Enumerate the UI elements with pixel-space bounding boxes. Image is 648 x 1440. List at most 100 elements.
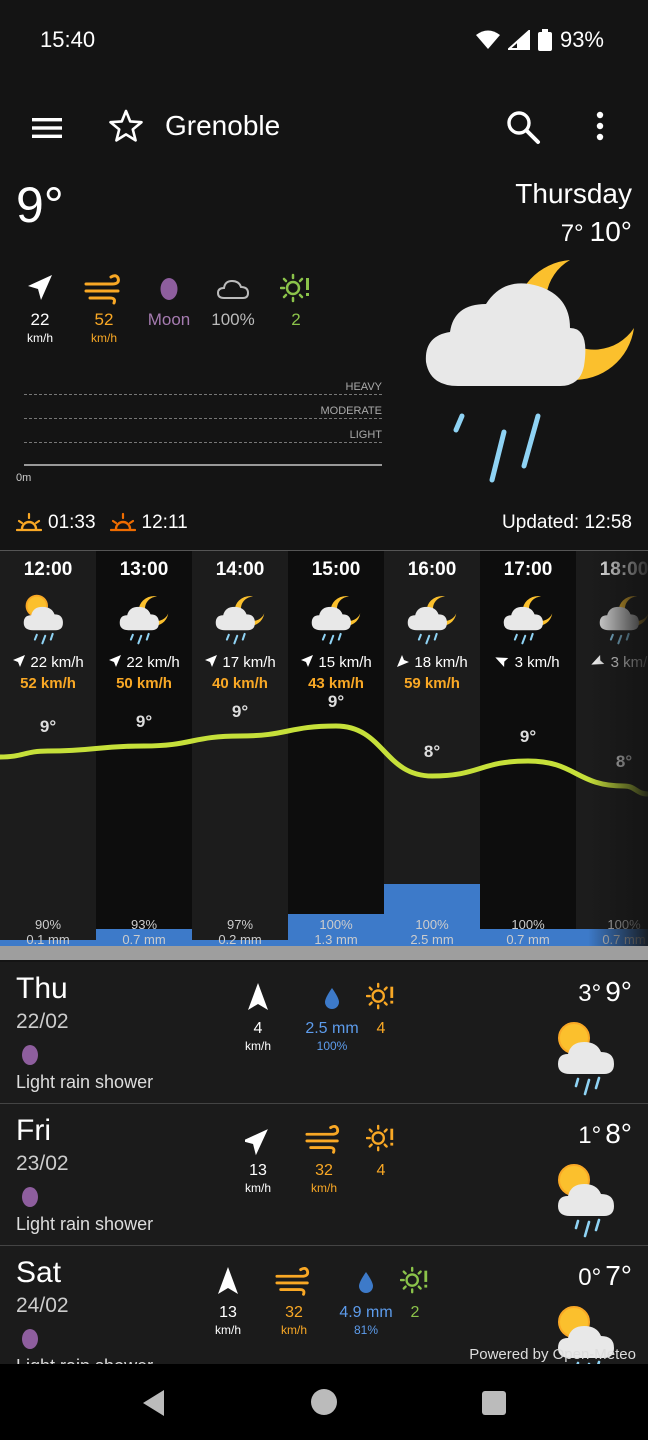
hour-precip-amount: 0.2 mm bbox=[218, 932, 262, 947]
navigation-bar bbox=[0, 1364, 648, 1440]
day-wind: 4 km/h bbox=[236, 980, 280, 1053]
uv-index-icon bbox=[366, 1124, 394, 1152]
daily-item[interactable]: Fri 23/02 Light rain shower 13 km/h 32 km/h 4 1°… bbox=[0, 1104, 648, 1246]
battery-icon bbox=[537, 29, 552, 51]
day-uv-value: 4 bbox=[376, 1020, 386, 1037]
rain-moon-icon bbox=[500, 591, 556, 647]
gust-unit: km/h bbox=[90, 331, 117, 345]
wind-direction-icon bbox=[109, 655, 122, 667]
uv-index-icon bbox=[366, 982, 394, 1010]
hour-gust: 43 km/h bbox=[308, 675, 364, 692]
hour-wind-unit: km/h bbox=[147, 654, 180, 671]
sunrise-icon bbox=[16, 512, 42, 532]
current-temperature: 9° bbox=[16, 177, 64, 233]
hour-wind: 22 km/h bbox=[96, 654, 192, 671]
updated-time: Updated: 12:58 bbox=[502, 512, 632, 533]
day-date: 22/02 bbox=[16, 1010, 69, 1033]
day-gust-unit: km/h bbox=[280, 1323, 307, 1337]
hour-wind-speed: 22 bbox=[126, 654, 144, 671]
hour-time: 12:00 bbox=[23, 559, 73, 580]
hour-precip-amount: 1.3 mm bbox=[314, 932, 358, 947]
hourly-forecast[interactable]: 18:00 3 km/h8°100%0.7 mm17:00 3 km/h9°10… bbox=[0, 551, 648, 961]
hour-temperature: 8° bbox=[423, 742, 441, 761]
hour-wind-unit: km/h bbox=[435, 654, 468, 671]
day-name: Fri bbox=[16, 1114, 51, 1147]
daily-item[interactable]: Thu 22/02 Light rain shower 4 km/h 2.5 mm 100%… bbox=[0, 962, 648, 1104]
search-icon[interactable] bbox=[504, 108, 542, 146]
day-range: 0° 7° bbox=[578, 1260, 632, 1292]
wind-direction-icon bbox=[248, 983, 268, 1010]
hourly-column[interactable]: 15:00 15 km/h 43 km/h 9° 100% 1.3 mm bbox=[288, 551, 384, 947]
day-date: 24/02 bbox=[16, 1294, 69, 1317]
back-icon[interactable] bbox=[140, 1388, 168, 1418]
day-uv-value: 2 bbox=[410, 1304, 420, 1321]
hour-time: 16:00 bbox=[407, 559, 457, 580]
wind-direction-icon bbox=[28, 275, 52, 300]
rain-moon-icon bbox=[116, 591, 172, 647]
home-icon[interactable] bbox=[310, 1388, 338, 1416]
hour-precip-probability: 97% bbox=[226, 917, 254, 932]
day-uv: 2 bbox=[398, 1264, 432, 1322]
hourly-column[interactable]: 16:00 18 km/h 59 km/h 8° 100% 2.5 mm bbox=[384, 551, 480, 947]
hour-precip-probability: 90% bbox=[34, 917, 62, 932]
hour-temperature: 9° bbox=[135, 712, 153, 731]
hour-precip-amount: 0.1 mm bbox=[26, 932, 70, 947]
hour-wind-unit: km/h bbox=[51, 654, 84, 671]
hour-wind-unit: km/h bbox=[339, 654, 372, 671]
hour-time: 17:00 bbox=[503, 559, 553, 580]
day-wind-unit: km/h bbox=[244, 1039, 271, 1053]
hourly-column[interactable]: 12:00 22 km/h 52 km/h 9° 90% 0.1 mm bbox=[0, 551, 96, 947]
precipitation-graph: HEAVY MODERATE LIGHT 0m bbox=[16, 376, 388, 488]
hour-precip-probability: 93% bbox=[130, 917, 158, 932]
cloud-metric: 100% bbox=[208, 272, 258, 330]
day-name: Thu bbox=[16, 972, 68, 1005]
favorite-star-icon[interactable] bbox=[108, 108, 144, 144]
battery-level: 93% bbox=[559, 27, 604, 52]
day-name: Sat bbox=[16, 1256, 62, 1289]
rain-moon-large-icon bbox=[425, 260, 634, 483]
moon-phase-icon bbox=[22, 1045, 38, 1065]
hour-temperature: 9° bbox=[327, 692, 345, 711]
wind-direction-icon bbox=[218, 1267, 238, 1294]
recents-icon[interactable] bbox=[481, 1390, 507, 1416]
day-uv: 4 bbox=[364, 980, 398, 1038]
menu-icon[interactable] bbox=[28, 110, 66, 146]
hour-gust: 50 km/h bbox=[116, 675, 172, 692]
hour-wind: 15 km/h bbox=[288, 654, 384, 671]
day-gust: 32 km/h bbox=[300, 1122, 348, 1195]
rain-sun-icon bbox=[552, 1018, 628, 1098]
day-wind: 13 km/h bbox=[206, 1264, 250, 1337]
city-name[interactable]: Grenoble bbox=[165, 110, 280, 142]
hour-gust: 40 km/h bbox=[212, 675, 268, 692]
sunset-time: 12:11 bbox=[141, 512, 188, 533]
hourly-column[interactable]: 14:00 17 km/h 40 km/h 9° 97% 0.2 mm bbox=[192, 551, 288, 947]
powered-by[interactable]: Powered by Open-Meteo bbox=[469, 1346, 636, 1363]
sunrise-time: 01:33 bbox=[48, 512, 96, 533]
cloud-icon bbox=[216, 279, 250, 299]
day-date: 23/02 bbox=[16, 1152, 69, 1175]
hour-wind: 18 km/h bbox=[384, 654, 480, 671]
moderate-label: MODERATE bbox=[320, 405, 382, 417]
rain-moon-icon bbox=[308, 591, 364, 647]
wind-direction-icon bbox=[13, 655, 26, 667]
day-wind-unit: km/h bbox=[214, 1323, 241, 1337]
hour-wind: 3 km/h bbox=[480, 654, 576, 671]
hour-gust: 59 km/h bbox=[404, 675, 460, 692]
wind-speed: 22 bbox=[30, 310, 50, 329]
day-gust-speed: 32 bbox=[285, 1304, 303, 1321]
wind-direction-icon bbox=[301, 655, 314, 667]
hourly-column[interactable]: 17:00 3 km/h 9° 100% 0.7 mm bbox=[480, 551, 576, 947]
hour-wind-speed: 3 bbox=[514, 654, 523, 671]
wind-unit: km/h bbox=[26, 331, 53, 345]
day-high: 9° bbox=[605, 976, 632, 1007]
uv-index-icon bbox=[400, 1266, 428, 1294]
hourly-scroll-strip[interactable] bbox=[0, 946, 648, 960]
day-high: 8° bbox=[605, 1118, 632, 1149]
hourly-column[interactable]: 13:00 22 km/h 50 km/h 9° 93% 0.7 mm bbox=[96, 551, 192, 947]
day-wind-speed: 13 bbox=[249, 1162, 267, 1179]
more-options-icon[interactable] bbox=[588, 108, 612, 146]
day-wind: 13 km/h bbox=[236, 1122, 280, 1195]
day-precip-probability: 100% bbox=[316, 1039, 348, 1053]
day-precip: 2.5 mm 100% bbox=[300, 980, 364, 1053]
day-precip-probability: 81% bbox=[353, 1323, 379, 1337]
